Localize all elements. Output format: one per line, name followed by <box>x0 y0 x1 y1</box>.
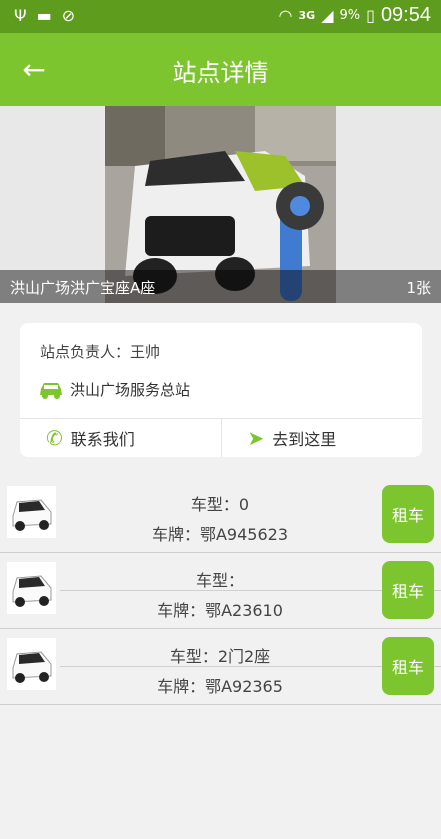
car-thumbnail <box>7 562 56 614</box>
network-type: 3G <box>298 9 316 22</box>
car-model: 车型： <box>195 571 244 590</box>
page-title: 站点详情 <box>172 59 269 87</box>
car-list: 车型：0 车牌：鄂A945623 租车 车型： 车牌：鄂A23610 租车 车型… <box>0 477 441 705</box>
battery-icon: ▯ <box>366 5 375 25</box>
station-name: 洪山广场洪广宝座A座 <box>10 279 156 297</box>
rent-car-button[interactable]: 租车 <box>382 561 434 619</box>
car-thumbnail <box>7 638 56 690</box>
photo-caption: 洪山广场洪广宝座A座 1张 <box>0 270 441 303</box>
rent-car-button[interactable]: 租车 <box>382 637 434 695</box>
navigation-icon: ➤ <box>247 426 265 450</box>
navigate-here-label: 去到这里 <box>272 430 337 449</box>
car-plate: 车牌：鄂A945623 <box>151 525 289 544</box>
station-photo-banner[interactable]: 洪山广场洪广宝座A座 1张 <box>0 106 441 303</box>
photo-count: 1张 <box>406 279 431 297</box>
rent-car-button[interactable]: 租车 <box>382 485 434 543</box>
car-model: 车型：2门2座 <box>169 647 271 666</box>
battery-percent: 9% <box>339 8 361 23</box>
car-list-item: 车型： 车牌：鄂A23610 租车 <box>0 553 441 629</box>
signal-icon: ◢ <box>321 5 334 25</box>
contact-us-button[interactable]: ✆ 联系我们 <box>20 419 221 457</box>
car-icon <box>40 382 62 399</box>
car-plate: 车牌：鄂A92365 <box>157 677 283 696</box>
phone-icon: ✆ <box>46 426 63 450</box>
navigate-here-button[interactable]: ➤ 去到这里 <box>220 419 423 457</box>
status-bar: Ψ ▬ ⊘ ◠ 3G ◢ 9% ▯ 09:54 <box>0 0 441 33</box>
download-icon: ▬ <box>36 6 52 25</box>
car-list-item: 车型：0 车牌：鄂A945623 租车 <box>0 477 441 553</box>
blocked-icon: ⊘ <box>61 6 76 25</box>
station-service-name: 洪山广场服务总站 <box>70 381 191 399</box>
car-model: 车型：0 <box>190 495 250 514</box>
car-plate: 车牌：鄂A23610 <box>157 601 283 620</box>
clock: 09:54 <box>380 4 431 26</box>
usb-icon: Ψ <box>14 6 27 25</box>
station-manager: 站点负责人：王帅 <box>40 343 161 361</box>
car-thumbnail <box>7 486 56 538</box>
car-list-item: 车型：2门2座 车牌：鄂A92365 租车 <box>0 629 441 705</box>
app-bar: ← 站点详情 <box>0 33 441 106</box>
contact-us-label: 联系我们 <box>70 430 135 449</box>
wifi-icon: ◠ <box>278 5 293 25</box>
card-actions: ✆ 联系我们 ➤ 去到这里 <box>20 418 422 457</box>
station-service: 洪山广场服务总站 <box>38 379 190 400</box>
station-info-card: 站点负责人：王帅 洪山广场服务总站 ✆ 联系我们 ➤ 去到这里 <box>20 323 422 457</box>
